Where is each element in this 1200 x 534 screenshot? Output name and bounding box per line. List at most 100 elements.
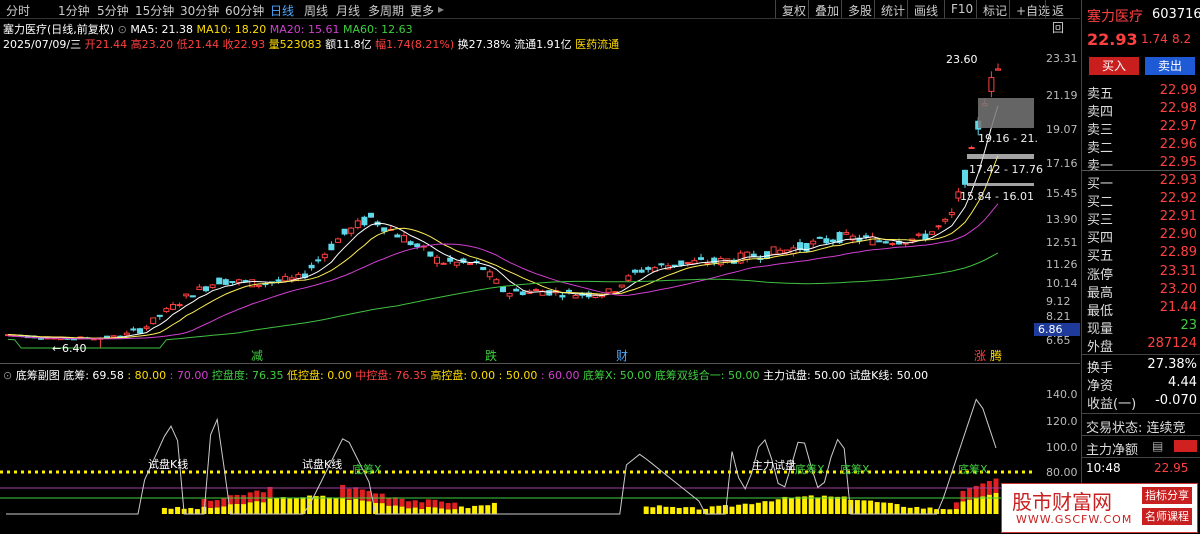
dichou-bar	[406, 508, 412, 514]
statistics-button[interactable]: 统计	[874, 0, 911, 18]
candle-body	[348, 227, 355, 234]
stat-row: 最低 21.44	[1082, 300, 1200, 319]
kongpan-bar	[340, 484, 346, 498]
period-tab-5min[interactable]: 5分钟	[97, 2, 129, 19]
order-level-price: 22.90	[1159, 227, 1197, 242]
period-tab-multi[interactable]: 多周期	[368, 2, 404, 19]
order-level-label: 卖三	[1087, 123, 1114, 138]
side-stock-code: 603716	[1152, 7, 1200, 22]
kongpan-bar	[419, 502, 425, 509]
buy-button[interactable]: 买入	[1089, 57, 1139, 75]
candle-body	[863, 235, 869, 238]
bid-row[interactable]: 买三 22.91	[1082, 209, 1200, 228]
fund-label: 换手	[1087, 361, 1114, 376]
ask-row[interactable]: 卖五 22.99	[1082, 83, 1200, 102]
period-tab-more[interactable]: 更多	[410, 2, 434, 19]
period-tab-15min[interactable]: 15分钟	[135, 2, 174, 19]
order-level-label: 买五	[1087, 249, 1114, 264]
main-kline-panel[interactable]: 塞力医疗(日线,前复权) ⊙ MA5: 21.38 MA10: 18.20 MA…	[0, 18, 1080, 363]
candle-body	[150, 317, 157, 325]
candle-body	[176, 304, 183, 307]
dichou-bar	[729, 506, 735, 514]
ask-row[interactable]: 卖三 22.97	[1082, 119, 1200, 138]
dichou-bar	[881, 502, 887, 514]
marker-zhang: 涨	[974, 349, 987, 363]
bid-row[interactable]: 买二 22.92	[1082, 191, 1200, 210]
dichou-bar	[366, 501, 372, 514]
kongpan-bar	[445, 502, 451, 510]
stat-value: 23	[1180, 318, 1197, 333]
dichou-bar	[168, 508, 174, 514]
stat-value: 287124	[1147, 336, 1197, 351]
period-tab-60min[interactable]: 60分钟	[225, 2, 264, 19]
dichou-bar	[386, 505, 392, 514]
order-level-label: 买一	[1087, 177, 1114, 192]
ask-row[interactable]: 卖二 22.96	[1082, 137, 1200, 156]
overlay-button[interactable]: 叠加	[808, 0, 845, 18]
mark-button[interactable]: 标记	[976, 0, 1013, 18]
candle-body	[658, 263, 665, 266]
candle-body	[638, 269, 645, 273]
period-tab-monthly[interactable]: 月线	[336, 2, 360, 19]
candle-body	[915, 233, 922, 236]
stat-value: 23.20	[1159, 282, 1197, 297]
period-tab-30min[interactable]: 30分钟	[180, 2, 219, 19]
kongpan-bar	[392, 497, 398, 506]
multi-stock-button[interactable]: 多股	[841, 0, 878, 18]
main-flow-icon[interactable]: ▤	[1152, 439, 1163, 453]
stat-row: 现量 23	[1082, 318, 1200, 337]
dichou-indicator-panel[interactable]: ⊙ 底筹副图 底筹: 69.58 : 80.00 : 70.00 控盘度: 76…	[0, 363, 1080, 534]
dichou-bar	[340, 497, 346, 514]
dichou-bar	[676, 507, 682, 514]
dichou-x-label-2: 底筹X	[795, 463, 825, 476]
dichou-bar	[472, 505, 478, 514]
dichou-bar	[274, 498, 280, 514]
dichou-bar	[643, 506, 649, 514]
ask-row[interactable]: 卖四 22.98	[1082, 101, 1200, 120]
bid-row[interactable]: 买五 22.89	[1082, 245, 1200, 264]
order-level-price: 22.99	[1159, 83, 1197, 98]
draw-line-button[interactable]: 画线	[907, 0, 944, 18]
shipan-label-1: 试盘K线	[148, 458, 189, 471]
f10-button[interactable]: F10	[944, 0, 979, 18]
dichou-bar	[353, 498, 359, 514]
bid-row[interactable]: 买四 22.90	[1082, 227, 1200, 246]
candle-body	[414, 243, 421, 248]
candle-body	[440, 262, 447, 265]
period-tab-weekly[interactable]: 周线	[304, 2, 328, 19]
bid-row[interactable]: 买一 22.93	[1082, 173, 1200, 192]
candle-body	[698, 257, 704, 260]
restore-right-button[interactable]: 复权	[775, 0, 812, 18]
shipan-label-2: 试盘K线	[302, 458, 343, 471]
candle-body	[434, 256, 440, 264]
ma20-line	[7, 203, 999, 340]
candle-body	[684, 261, 691, 265]
dichou-bar	[656, 505, 662, 514]
dichou-bar	[399, 506, 405, 514]
dichou-bar	[175, 506, 181, 514]
period-tab-1min[interactable]: 1分钟	[58, 2, 90, 19]
candle-body	[764, 251, 770, 259]
dichou-bar	[465, 508, 471, 514]
kongpan-bar	[234, 494, 240, 504]
watermark-tag-1: 指标分享	[1142, 487, 1192, 504]
watermark-title: 股市财富网	[1012, 490, 1112, 514]
order-level-price: 22.92	[1159, 191, 1197, 206]
zhuli-shipan-label: 主力试盘	[752, 459, 796, 472]
dichou-bar	[234, 503, 240, 514]
dichou-bar	[359, 500, 365, 514]
candle-body	[559, 295, 566, 298]
candle-body	[255, 284, 262, 287]
more-arrow-icon[interactable]: ▸	[438, 2, 444, 16]
sell-button[interactable]: 卖出	[1145, 57, 1195, 75]
candle-body	[321, 253, 328, 259]
period-tab-daily[interactable]: 日线	[270, 2, 294, 19]
period-tab-fenshi[interactable]: 分时	[6, 2, 30, 19]
back-button[interactable]: 返回	[1045, 0, 1080, 35]
candle-body	[308, 264, 315, 269]
watermark-tag-2: 名师课程	[1142, 508, 1192, 525]
side-divider	[1082, 354, 1200, 355]
kongpan-bar	[353, 487, 359, 499]
candle-body	[968, 146, 975, 149]
dichou-bar	[742, 503, 748, 514]
